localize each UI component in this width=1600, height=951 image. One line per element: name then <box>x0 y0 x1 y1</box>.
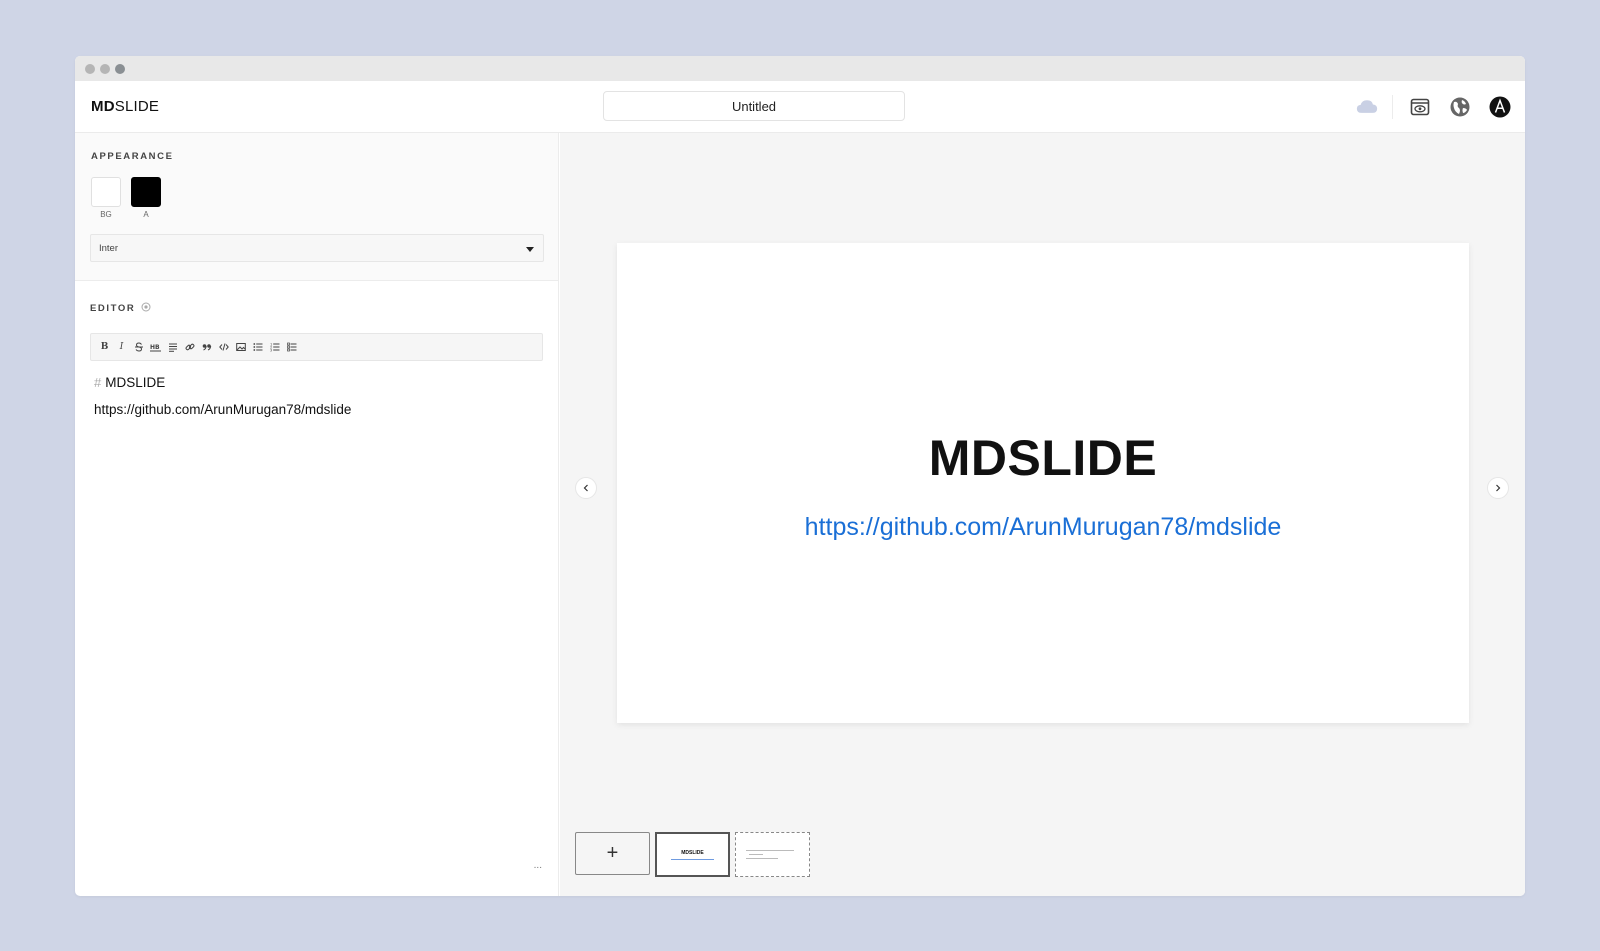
editor-line-body: https://github.com/ArunMurugan78/mdslide <box>94 402 352 417</box>
appearance-section: APPEARANCE BG A Inter <box>75 133 558 281</box>
appearance-label: APPEARANCE <box>91 151 174 162</box>
document-title-input[interactable] <box>603 91 905 121</box>
chevron-down-icon <box>526 245 534 256</box>
slide-thumbnails: + MDSLIDE <box>575 832 810 877</box>
markdown-toolbar: B I HB 1 2 3 <box>90 333 543 361</box>
font-select-value: Inter <box>99 242 119 254</box>
markdown-editor[interactable]: # MDSLIDE https://github.com/ArunMurugan… <box>90 375 543 417</box>
paragraph-icon[interactable] <box>165 339 180 355</box>
logo-rest: SLIDE <box>114 98 160 115</box>
thumbnail-text-line <box>746 858 778 859</box>
italic-icon[interactable]: I <box>114 339 129 355</box>
thumbnail-link-line <box>671 859 714 860</box>
accent-swatch-label: A <box>143 210 149 219</box>
preview-panel: MDSLIDE https://github.com/ArunMurugan78… <box>560 133 1525 896</box>
image-icon[interactable] <box>233 339 248 355</box>
thumbnail-title: MDSLIDE <box>681 850 704 856</box>
numbered-list-icon[interactable]: 123 <box>267 339 282 355</box>
link-icon[interactable] <box>182 339 197 355</box>
next-slide-button[interactable] <box>1487 477 1509 499</box>
bg-color-swatch[interactable] <box>91 177 121 207</box>
editor-label: EDITOR <box>90 302 136 314</box>
bullet-list-icon[interactable] <box>250 339 265 355</box>
quote-icon[interactable] <box>199 339 214 355</box>
svg-text:3: 3 <box>270 349 272 353</box>
chevron-right-icon <box>1496 484 1501 492</box>
editor-section: EDITOR B I HB 1 2 3 # MDSLIDE https://gi… <box>75 281 558 895</box>
accent-swatch-group: A <box>131 177 161 219</box>
app-window: MDSLIDE APPEARANCE BG <box>75 56 1525 896</box>
top-bar: MDSLIDE <box>75 81 1525 133</box>
toolbar-separator <box>1392 95 1393 119</box>
logo-bold: MD <box>91 98 115 115</box>
slide-title: MDSLIDE <box>928 429 1158 486</box>
font-select[interactable]: Inter <box>90 234 544 262</box>
editor-header: EDITOR <box>90 299 543 317</box>
cloud-icon[interactable] <box>1356 96 1378 118</box>
chevron-left-icon <box>583 484 588 492</box>
strikethrough-icon[interactable] <box>131 339 146 355</box>
add-slide-button[interactable]: + <box>575 832 650 875</box>
window-close-dot[interactable] <box>85 63 95 74</box>
slide-preview: MDSLIDE https://github.com/ArunMurugan78… <box>617 243 1469 723</box>
globe-icon[interactable] <box>1449 96 1471 118</box>
bg-swatch-label: BG <box>100 210 112 219</box>
thumbnail-text-line <box>746 850 794 851</box>
app-logo: MDSLIDE <box>91 98 159 115</box>
editor-heading-text: MDSLIDE <box>105 375 166 390</box>
bold-icon[interactable]: B <box>97 339 112 355</box>
code-icon[interactable] <box>216 339 231 355</box>
prev-slide-button[interactable] <box>575 477 597 499</box>
task-list-icon[interactable] <box>284 339 299 355</box>
heading-marker: # <box>94 375 102 390</box>
info-icon[interactable] <box>141 299 151 317</box>
slide-thumbnail-2[interactable] <box>735 832 810 877</box>
avatar[interactable] <box>1489 96 1511 118</box>
color-swatches: BG A <box>91 177 542 219</box>
thumbnail-text-line <box>749 854 763 855</box>
window-maximize-dot[interactable] <box>115 63 125 74</box>
more-options-icon[interactable]: ... <box>534 860 542 871</box>
slide-thumbnail-1[interactable]: MDSLIDE <box>655 832 730 877</box>
window-minimize-dot[interactable] <box>100 63 110 74</box>
bg-swatch-group: BG <box>91 177 121 219</box>
window-titlebar <box>75 56 1525 81</box>
slide-link[interactable]: https://github.com/ArunMurugan78/mdslide <box>805 513 1282 542</box>
preview-icon[interactable] <box>1409 96 1431 118</box>
accent-color-swatch[interactable] <box>131 177 161 207</box>
top-actions <box>1356 95 1511 119</box>
editor-line-heading: # MDSLIDE <box>94 375 543 390</box>
left-panel: APPEARANCE BG A Inter EDITOR B I HB 1 2 … <box>75 133 559 896</box>
heading-icon[interactable]: HB <box>148 339 163 355</box>
svg-text:HB: HB <box>150 344 160 351</box>
